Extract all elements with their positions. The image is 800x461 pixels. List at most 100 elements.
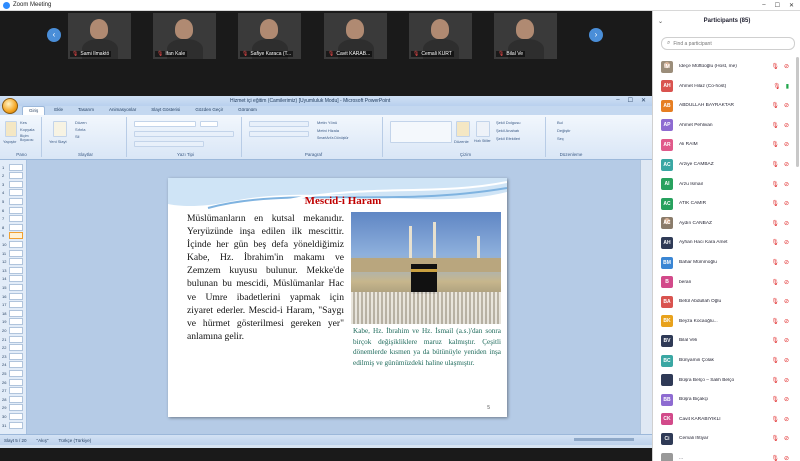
list-buttons[interactable] bbox=[249, 121, 309, 127]
mic-muted-icon[interactable]: 🎙 bbox=[771, 122, 779, 129]
participant-row[interactable]: CK Cavit KARABIYIKLI 🎙 ⊘ bbox=[653, 410, 795, 429]
ppt-close-icon[interactable]: ✕ bbox=[641, 97, 646, 104]
new-slide-icon[interactable] bbox=[53, 121, 67, 137]
video-off-icon[interactable]: ⊘ bbox=[784, 416, 789, 423]
ribbon-tab[interactable]: Giriş bbox=[22, 106, 46, 115]
participant-row[interactable]: BV Bilal Veli 🎙 ⊘ bbox=[653, 331, 795, 350]
slide-thumbnail[interactable]: 25 bbox=[2, 369, 24, 377]
video-tile[interactable]: 🎙 Cavit KARAB... bbox=[324, 13, 387, 59]
slide-thumbnail[interactable]: 1 bbox=[2, 163, 24, 171]
video-off-icon[interactable]: ⊘ bbox=[784, 396, 789, 403]
slide-thumbnail[interactable]: 11 bbox=[2, 249, 24, 257]
video-off-icon[interactable]: ⊘ bbox=[784, 122, 789, 129]
smartart-button[interactable]: SmartArt'a Dönüştür bbox=[317, 136, 349, 140]
status-language[interactable]: Türkçe (Türkiye) bbox=[58, 438, 91, 443]
mic-muted-icon[interactable]: 🎙 bbox=[771, 416, 779, 423]
shape-fill-button[interactable]: Şekil Dolgusu bbox=[496, 120, 520, 125]
slide-thumbnail[interactable]: 2 bbox=[2, 172, 24, 180]
office-button-icon[interactable] bbox=[2, 98, 18, 114]
cut-button[interactable]: Kes bbox=[20, 120, 27, 125]
ribbon-tab[interactable]: Slayt Gösterisi bbox=[145, 106, 186, 115]
slide-thumbnail[interactable]: 8 bbox=[2, 223, 24, 231]
mic-muted-icon[interactable]: 🎙 bbox=[771, 239, 779, 246]
slide-thumbnail[interactable]: 17 bbox=[2, 301, 24, 309]
delete-button[interactable]: Sil bbox=[75, 134, 79, 139]
mic-muted-icon[interactable]: 🎙 bbox=[771, 102, 779, 109]
participant-row[interactable]: BC Bünyamin Çolak 🎙 ⊘ bbox=[653, 351, 795, 370]
mic-muted-icon[interactable]: 🎙 bbox=[771, 435, 779, 442]
maximize-icon[interactable]: ☐ bbox=[775, 2, 780, 9]
mic-muted-icon[interactable]: 🎙 bbox=[771, 141, 779, 148]
mic-muted-icon[interactable]: 🎙 bbox=[771, 63, 779, 70]
slide-thumbnail[interactable]: 6 bbox=[2, 206, 24, 214]
participant-row[interactable]: BM Bahar Mümmoğlu 🎙 ⊘ bbox=[653, 253, 795, 272]
slide-thumbnail[interactable]: 7 bbox=[2, 215, 24, 223]
video-tile[interactable]: 🎙 Cemali KURT bbox=[409, 13, 472, 59]
slide-thumbnail[interactable]: 10 bbox=[2, 240, 24, 248]
slide-thumbnail[interactable]: 13 bbox=[2, 266, 24, 274]
format-painter-button[interactable]: Biçim Boyacısı bbox=[20, 134, 41, 142]
mic-muted-icon[interactable]: 🎙 bbox=[771, 396, 779, 403]
gallery-next-button[interactable]: › bbox=[589, 28, 603, 42]
slide-thumbnail[interactable]: 15 bbox=[2, 283, 24, 291]
participant-row[interactable]: İM İdeçe Müftüoğlu (Host, me) 🎙 ⊘ bbox=[653, 57, 795, 76]
gallery-prev-button[interactable]: ‹ bbox=[47, 28, 61, 42]
quick-styles-icon[interactable] bbox=[476, 121, 490, 137]
mic-muted-icon[interactable]: 🎙 bbox=[771, 259, 779, 266]
participant-row[interactable]: AC Aydın CANBAZ 🎙 ⊘ bbox=[653, 214, 795, 233]
participant-row[interactable]: BA Betül Abdullah Oğlu 🎙 ⊘ bbox=[653, 292, 795, 311]
ribbon-tab[interactable]: Gözden Geçir bbox=[189, 106, 229, 115]
video-off-icon[interactable]: ⊘ bbox=[784, 318, 789, 325]
copy-button[interactable]: Kopyala bbox=[20, 127, 34, 132]
close-icon[interactable]: ✕ bbox=[789, 2, 794, 9]
mic-muted-icon[interactable]: 🎙 bbox=[771, 181, 779, 188]
participant-row[interactable]: BB Büşra Biçakçı 🎙 ⊘ bbox=[653, 390, 795, 409]
video-off-icon[interactable]: ⊘ bbox=[784, 279, 789, 286]
slide-thumbnail[interactable]: 19 bbox=[2, 318, 24, 326]
ribbon-tab[interactable]: Görünüm bbox=[232, 106, 263, 115]
slide-thumbnail[interactable]: 28 bbox=[2, 395, 24, 403]
slide-thumbnail[interactable]: 14 bbox=[2, 275, 24, 283]
layout-button[interactable]: Düzen bbox=[75, 120, 87, 125]
font-size-select[interactable] bbox=[200, 121, 218, 127]
mic-muted-icon[interactable]: 🎙 bbox=[771, 337, 779, 344]
video-off-icon[interactable]: ⊘ bbox=[784, 220, 789, 227]
mic-muted-icon[interactable]: 🎙 bbox=[771, 220, 779, 227]
slide-thumbnail[interactable]: 4 bbox=[2, 189, 24, 197]
participant-row[interactable]: AR Ali RAIM 🎙 ⊘ bbox=[653, 135, 795, 154]
vertical-scrollbar[interactable] bbox=[640, 160, 652, 434]
mic-muted-icon[interactable]: 🎙 bbox=[771, 318, 779, 325]
video-off-icon[interactable]: ⊘ bbox=[784, 298, 789, 305]
slide-thumbnail[interactable]: 3 bbox=[2, 180, 24, 188]
participant-row[interactable]: ... 🎙 ⊘ bbox=[653, 449, 795, 461]
video-tile[interactable]: 🎙 Ifan Kale bbox=[153, 13, 216, 59]
slide-thumbnail[interactable]: 5 bbox=[2, 197, 24, 205]
video-tile[interactable]: 🎙 Sami Ilmaktö bbox=[68, 13, 131, 59]
font-name-select[interactable] bbox=[134, 121, 196, 127]
participant-row[interactable]: AH Ahmet Hilaz (Co-host) 🎙 ▮ bbox=[653, 77, 795, 96]
mic-muted-icon[interactable]: 🎙 bbox=[771, 161, 779, 168]
slide-thumbnail[interactable]: 16 bbox=[2, 292, 24, 300]
slide-thumbnail[interactable]: 18 bbox=[2, 309, 24, 317]
shape-outline-button[interactable]: Şekil Anahatı bbox=[496, 128, 519, 133]
video-off-icon[interactable]: ⊘ bbox=[784, 161, 789, 168]
mic-muted-icon[interactable]: 🎙 bbox=[771, 279, 779, 286]
video-off-icon[interactable]: ⊘ bbox=[784, 181, 789, 188]
slide-thumbnail[interactable]: 31 bbox=[2, 421, 24, 429]
slide-thumbnail[interactable]: 21 bbox=[2, 335, 24, 343]
video-off-icon[interactable]: ⊘ bbox=[784, 239, 789, 246]
video-on-icon[interactable]: ▮ bbox=[786, 83, 789, 90]
mic-muted-icon[interactable]: 🎙 bbox=[771, 377, 779, 384]
video-off-icon[interactable]: ⊘ bbox=[784, 455, 789, 461]
shapes-gallery[interactable] bbox=[390, 121, 452, 143]
slide-thumbnail-panel[interactable]: 1 2 3 4 5 6 7 8 9 10 11 12 13 14 15 16 17 18 19 20 21 22 23 24 2… bbox=[0, 160, 27, 434]
current-slide[interactable]: Mescid-i Haram Müslümanların en kutsal m… bbox=[168, 178, 507, 417]
participant-row[interactable]: AI Arzu İsmail 🎙 ⊘ bbox=[653, 175, 795, 194]
slide-thumbnail[interactable]: 30 bbox=[2, 412, 24, 420]
select-button[interactable]: Seç bbox=[557, 136, 564, 141]
slide-thumbnail[interactable]: 23 bbox=[2, 352, 24, 360]
video-off-icon[interactable]: ⊘ bbox=[784, 337, 789, 344]
mic-muted-icon[interactable]: 🎙 bbox=[771, 357, 779, 364]
participant-search-input[interactable] bbox=[673, 40, 784, 47]
video-tile[interactable]: 🎙 Bilal Ve bbox=[494, 13, 557, 59]
